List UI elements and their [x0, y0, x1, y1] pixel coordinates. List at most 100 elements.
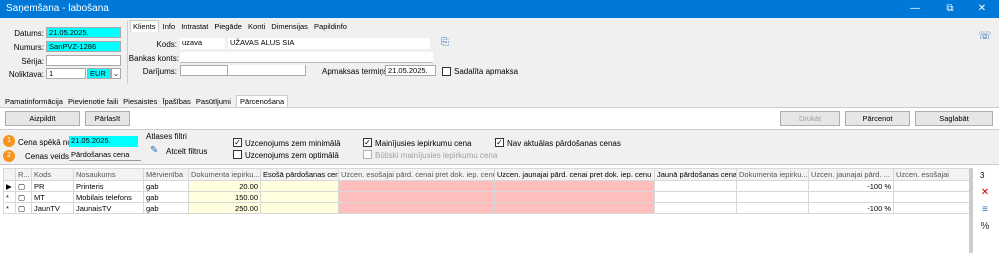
- drukat-button[interactable]: Drukāt: [780, 111, 840, 126]
- cb4-checkbox[interactable]: [363, 150, 372, 159]
- col-uzcen-jauna-2[interactable]: Uzcen. jaunajai pārd. ...: [808, 168, 894, 181]
- chevron-down-icon[interactable]: ⌄: [111, 68, 121, 79]
- delete-icon[interactable]: ✕: [977, 186, 993, 200]
- cell-uzcen-esosa[interactable]: [338, 191, 495, 203]
- col-nosaukums[interactable]: Nosaukums: [73, 168, 144, 181]
- currency-field[interactable]: EUR: [87, 68, 111, 79]
- tab-pamatinformacija[interactable]: Pamatinformācija: [5, 97, 63, 106]
- tab-dimensijas[interactable]: Dimensijas: [271, 22, 308, 31]
- cell-uzcen-jauna[interactable]: [494, 191, 655, 203]
- grid-scrollbar[interactable]: [969, 168, 973, 253]
- help-icon[interactable]: ☏: [978, 29, 992, 42]
- cb5-checkbox[interactable]: ✓: [495, 138, 504, 147]
- row-pointer-icon: ▶: [3, 180, 16, 192]
- list-icon[interactable]: ≡: [977, 203, 993, 217]
- tab-klients[interactable]: Klients: [130, 20, 159, 32]
- cell-esosa[interactable]: [260, 202, 339, 214]
- aizpildit-button[interactable]: Aizpildīt: [5, 111, 80, 126]
- cell-merv[interactable]: gab: [143, 202, 189, 214]
- col-esosa-cena[interactable]: Esošā pārdošanas cena: [260, 168, 339, 181]
- cell-uzj2[interactable]: -100 %: [808, 180, 894, 192]
- veids-field[interactable]: Pārdošanas cena: [69, 150, 141, 161]
- eraser-icon[interactable]: ✎: [150, 145, 158, 156]
- col-dok-iepirk-2[interactable]: Dokumenta iepirku...: [736, 168, 809, 181]
- tab-ipasibas[interactable]: Īpašības: [162, 97, 190, 106]
- apmaksas-label: Apmaksas termiņš:: [322, 67, 391, 76]
- title-bar: Saņemšana - labošana — ⧉ ✕: [0, 0, 999, 18]
- numurs-field[interactable]: SanPVZ-1286: [46, 41, 121, 52]
- datums-field[interactable]: 21.05.2025.: [46, 27, 121, 38]
- cell-dok[interactable]: 250.00: [188, 202, 261, 214]
- table-row[interactable]: * ▢ MT Mobilais telefons gab 150.00: [3, 191, 969, 203]
- serija-field[interactable]: [46, 55, 121, 66]
- cell-uzcen-esosa[interactable]: [338, 202, 495, 214]
- cell-jauna[interactable]: [654, 202, 737, 214]
- cell-uzcen-esosa[interactable]: [338, 180, 495, 192]
- cell-dok2[interactable]: [736, 180, 809, 192]
- col-dok-iepirk[interactable]: Dokumenta iepirku...: [188, 168, 261, 181]
- saglabat-button[interactable]: Saglabāt: [915, 111, 993, 126]
- cell-uze2[interactable]: [893, 180, 969, 192]
- cell-merv[interactable]: gab: [143, 180, 189, 192]
- tab-piesaistes[interactable]: Piesaistes: [123, 97, 157, 106]
- cell-kods[interactable]: JaunTV: [31, 202, 74, 214]
- col-jauna-cena[interactable]: Jaunā pārdošanas cena: [654, 168, 737, 181]
- cell-jauna[interactable]: [654, 180, 737, 192]
- col-r[interactable]: R...: [15, 168, 32, 181]
- cell-merv[interactable]: gab: [143, 191, 189, 203]
- tab-pasutijumi[interactable]: Pasūtījumi: [196, 97, 231, 106]
- kods-field[interactable]: uzava: [180, 38, 225, 49]
- cell-dok[interactable]: 150.00: [188, 191, 261, 203]
- cell-dok2[interactable]: [736, 202, 809, 214]
- darijums-field[interactable]: [180, 65, 228, 76]
- close-window-button[interactable]: ✕: [967, 0, 997, 18]
- parlasit-button[interactable]: Pārlasīt: [85, 111, 130, 126]
- col-mervieniba[interactable]: Mērvienība: [143, 168, 189, 181]
- table-row[interactable]: * ▢ JaunTV JaunaisTV gab 250.00 -100 %: [3, 202, 969, 214]
- cell-uzcen-jauna[interactable]: [494, 180, 655, 192]
- cell-uzcen-jauna[interactable]: [494, 202, 655, 214]
- cell-nosaukums[interactable]: Printeris: [73, 180, 144, 192]
- table-row[interactable]: ▶ ▢ PR Printeris gab 20.00 -100 %: [3, 180, 969, 192]
- cell-kods[interactable]: PR: [31, 180, 74, 192]
- cell-nosaukums[interactable]: JaunaisTV: [73, 202, 144, 214]
- tab-parcenosana[interactable]: Pārcenošana: [236, 95, 289, 107]
- cb2-checkbox[interactable]: [233, 150, 242, 159]
- cell-uze2[interactable]: [893, 202, 969, 214]
- cell-nosaukums[interactable]: Mobilais telefons: [73, 191, 144, 203]
- cell-kods[interactable]: MT: [31, 191, 74, 203]
- percent-icon[interactable]: %: [977, 220, 993, 234]
- tab-info[interactable]: Info: [163, 22, 176, 31]
- bankas-field[interactable]: [180, 52, 433, 63]
- tab-papildinfo[interactable]: Papildinfo: [314, 22, 347, 31]
- atcelt-filtrus-button[interactable]: Atcelt filtrus: [166, 147, 207, 156]
- col-uzcen-esosa-2[interactable]: Uzcen. esošajai: [893, 168, 969, 181]
- cb3-checkbox[interactable]: ✓: [363, 138, 372, 147]
- col-uzcen-esosa[interactable]: Uzcen. esošajai pārd. cenai pret dok. ie…: [338, 168, 495, 181]
- col-uzcen-jauna[interactable]: Uzcen. jaunajai pārd. cenai pret dok. ie…: [494, 168, 655, 181]
- tab-pievienotie[interactable]: Pievienotie faili: [68, 97, 118, 106]
- apmaksas-field[interactable]: 21.05.2025.: [385, 65, 436, 76]
- cell-esosa[interactable]: [260, 180, 339, 192]
- client-name-field: UŽAVAS ALUS SIA: [228, 38, 430, 49]
- noliktava-field[interactable]: 1: [46, 68, 86, 79]
- cb1-checkbox[interactable]: ✓: [233, 138, 242, 147]
- cell-dok2[interactable]: [736, 191, 809, 203]
- tab-piegade[interactable]: Piegāde: [214, 22, 242, 31]
- client-lookup-icon[interactable]: ⎘: [441, 37, 449, 48]
- col-kods[interactable]: Kods: [31, 168, 74, 181]
- tab-intrastat[interactable]: Intrastat: [181, 22, 208, 31]
- cell-uze2[interactable]: [893, 191, 969, 203]
- restore-button[interactable]: ⧉: [935, 0, 965, 18]
- sadalita-checkbox[interactable]: [442, 67, 451, 76]
- cena-field[interactable]: 21.05.2025.: [69, 136, 138, 147]
- cell-dok[interactable]: 20.00: [188, 180, 261, 192]
- cb2-label: Uzcenojums zem optimālā: [245, 151, 339, 160]
- cell-esosa[interactable]: [260, 191, 339, 203]
- minimize-button[interactable]: —: [900, 0, 930, 18]
- tab-konti[interactable]: Konti: [248, 22, 265, 31]
- cell-jauna[interactable]: [654, 191, 737, 203]
- cell-uzj2[interactable]: [808, 191, 894, 203]
- parcenot-button[interactable]: Pārcenot: [845, 111, 910, 126]
- cell-uzj2[interactable]: -100 %: [808, 202, 894, 214]
